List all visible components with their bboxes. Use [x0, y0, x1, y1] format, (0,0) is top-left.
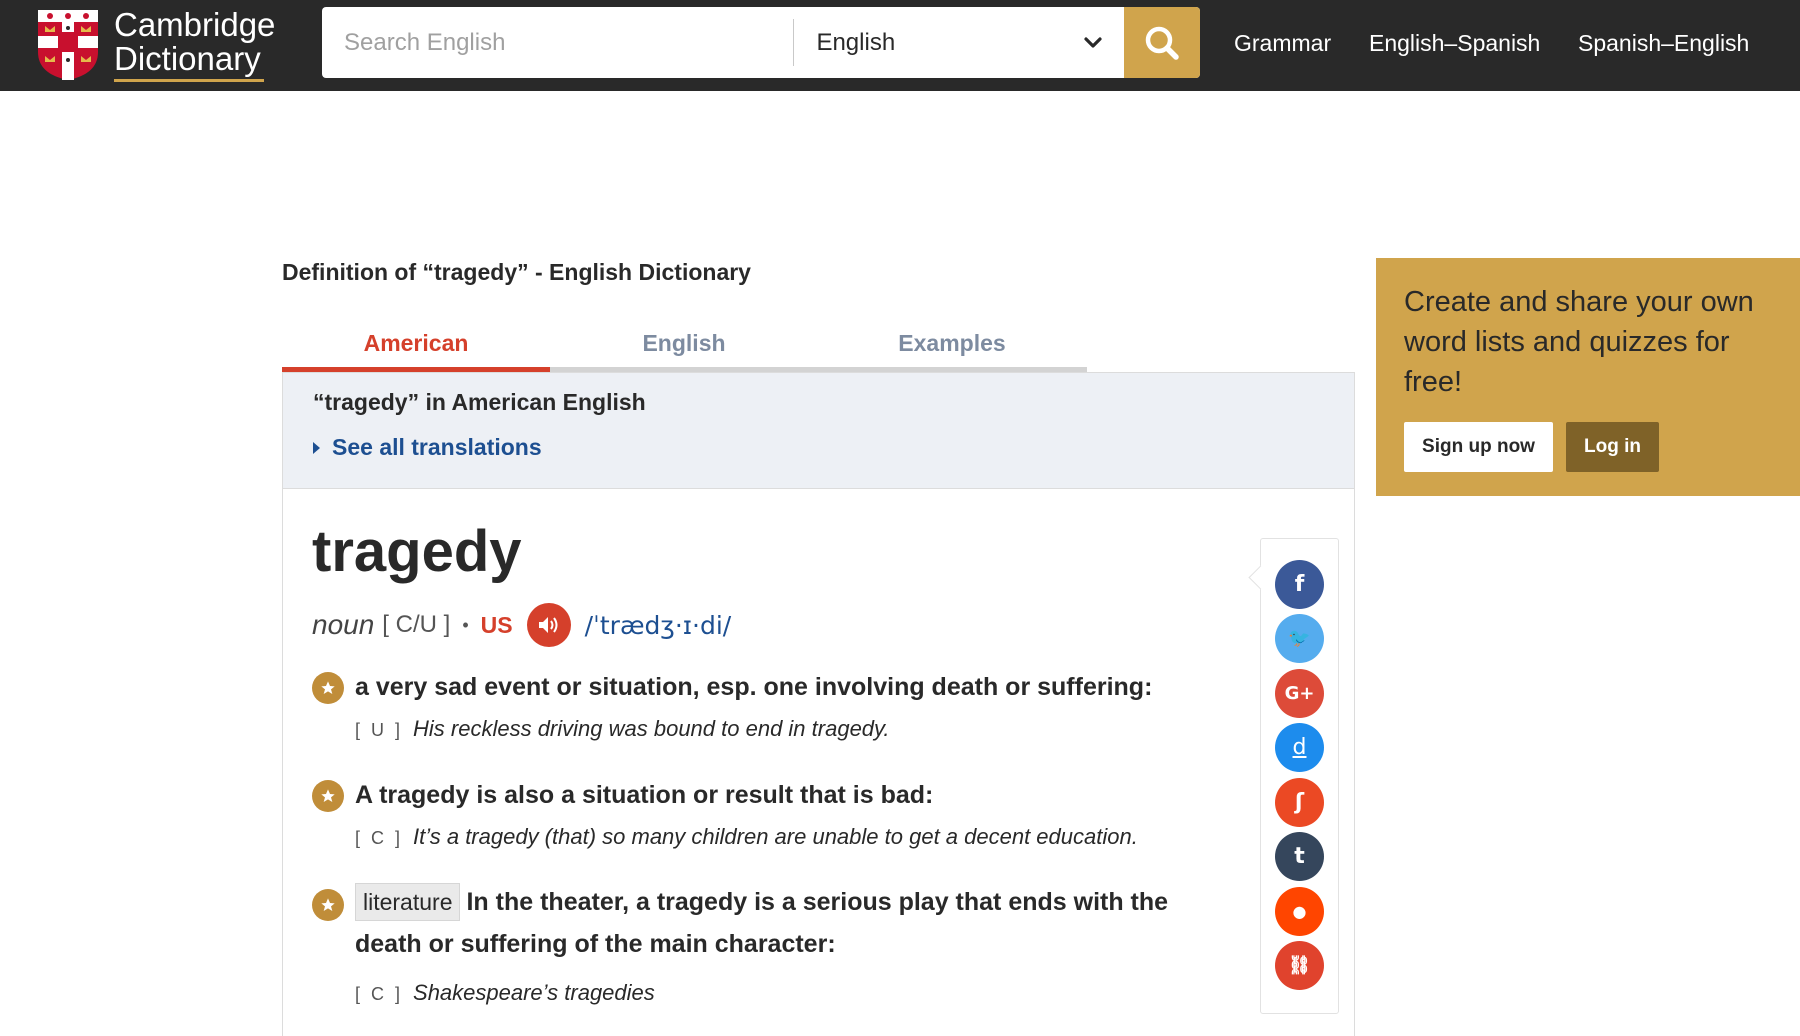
copy-link-button[interactable]: ⛓: [1275, 941, 1324, 990]
tumblr-icon: t: [1294, 844, 1305, 869]
cambridge-crest-icon: [38, 10, 98, 80]
grammar-code: [ C/U ]: [382, 611, 451, 638]
google-plus-icon: G+: [1284, 683, 1315, 704]
headword: tragedy: [312, 519, 522, 584]
promo-buttons: Sign up now Log in: [1404, 422, 1659, 472]
delicious-icon: d: [1292, 735, 1307, 760]
pronunciation: /ˈtrædʒ·ɪ·di/: [584, 610, 732, 640]
language-dropdown[interactable]: English: [794, 7, 1124, 78]
search-button[interactable]: [1124, 7, 1200, 78]
search-bar: English: [322, 7, 1200, 78]
see-all-label: See all translations: [332, 434, 542, 460]
google-plus-share-button[interactable]: G+: [1275, 669, 1324, 718]
facebook-icon: f: [1294, 572, 1305, 597]
promo-box: Create and share your own word lists and…: [1376, 258, 1800, 496]
pos-line: noun [ C/U ] • US /ˈtrædʒ·ɪ·di/: [312, 603, 731, 647]
page-title: Definition of “tragedy” - English Dictio…: [282, 259, 751, 285]
caret-right-icon: [313, 441, 320, 454]
tab-english[interactable]: English: [550, 322, 818, 367]
sense-definition-text: In the theater, a tragedy is a serious p…: [355, 888, 1169, 958]
topic-label[interactable]: literature: [355, 883, 461, 921]
dictionary-tabs: American English Examples: [282, 322, 1087, 372]
speaker-icon: [538, 617, 558, 633]
sense-definition: A tragedy is also a situation or result …: [355, 781, 934, 809]
logo-line-1: Cambridge: [114, 6, 276, 43]
panel-title: “tragedy” in American English: [313, 389, 646, 415]
example-code: [ C ]: [355, 984, 404, 1004]
chevron-down-icon: [1084, 36, 1102, 48]
stumbleupon-share-button[interactable]: ʃ: [1275, 778, 1324, 827]
separator-dot: •: [462, 614, 469, 635]
example-text: It’s a tragedy (that) so many children a…: [413, 824, 1138, 849]
sense-definition: a very sad event or situation, esp. one …: [355, 673, 1153, 701]
share-bar: f 🐦 G+ d ʃ t ● ⛓: [1260, 538, 1339, 1014]
star-icon[interactable]: [312, 672, 344, 704]
search-icon: [1145, 26, 1179, 60]
twitter-share-button[interactable]: 🐦: [1275, 614, 1324, 663]
link-icon: ⛓: [1288, 955, 1311, 976]
promo-text: Create and share your own word lists and…: [1404, 286, 1754, 398]
sense-definition: literature In the theater, a tragedy is a…: [355, 881, 1205, 965]
example-code: [ C ]: [355, 828, 404, 848]
reddit-share-button[interactable]: ●: [1275, 887, 1324, 936]
example-text: His reckless driving was bound to end in…: [413, 716, 890, 741]
stumbleupon-icon: ʃ: [1294, 790, 1305, 815]
nav-grammar[interactable]: Grammar: [1234, 30, 1331, 57]
star-icon[interactable]: [312, 780, 344, 812]
delicious-share-button[interactable]: d: [1275, 723, 1324, 772]
reddit-icon: ●: [1292, 902, 1307, 921]
search-input[interactable]: [322, 7, 794, 78]
logo-line-2: Dictionary: [114, 42, 264, 82]
tab-american[interactable]: American: [282, 322, 550, 372]
twitter-icon: 🐦: [1288, 628, 1311, 649]
audio-play-button[interactable]: [526, 603, 571, 647]
see-all-translations-link[interactable]: See all translations: [313, 434, 1324, 461]
part-of-speech: noun: [312, 609, 375, 640]
sense-example: [ C ] It’s a tragedy (that) so many child…: [355, 824, 1138, 850]
log-in-button[interactable]: Log in: [1566, 422, 1659, 472]
tab-examples[interactable]: Examples: [818, 322, 1086, 367]
site-logo[interactable]: Cambridge Dictionary: [36, 8, 275, 82]
region-label: US: [480, 611, 513, 638]
sign-up-button[interactable]: Sign up now: [1404, 422, 1553, 472]
nav-spanish-english[interactable]: Spanish–English: [1578, 30, 1749, 57]
nav-english-spanish[interactable]: English–Spanish: [1369, 30, 1540, 57]
logo-text: Cambridge Dictionary: [114, 8, 275, 82]
example-text: Shakespeare’s tragedies: [413, 980, 655, 1005]
sense-example: [ C ] Shakespeare’s tragedies: [355, 980, 655, 1006]
example-code: [ U ]: [355, 720, 404, 740]
panel-header: “tragedy” in American English See all tr…: [283, 373, 1354, 489]
sense-example: [ U ] His reckless driving was bound to e…: [355, 716, 890, 742]
star-icon[interactable]: [312, 889, 344, 921]
tumblr-share-button[interactable]: t: [1275, 832, 1324, 881]
top-bar: Cambridge Dictionary English Grammar Eng…: [0, 0, 1800, 91]
facebook-share-button[interactable]: f: [1275, 560, 1324, 609]
language-selected: English: [816, 28, 896, 56]
